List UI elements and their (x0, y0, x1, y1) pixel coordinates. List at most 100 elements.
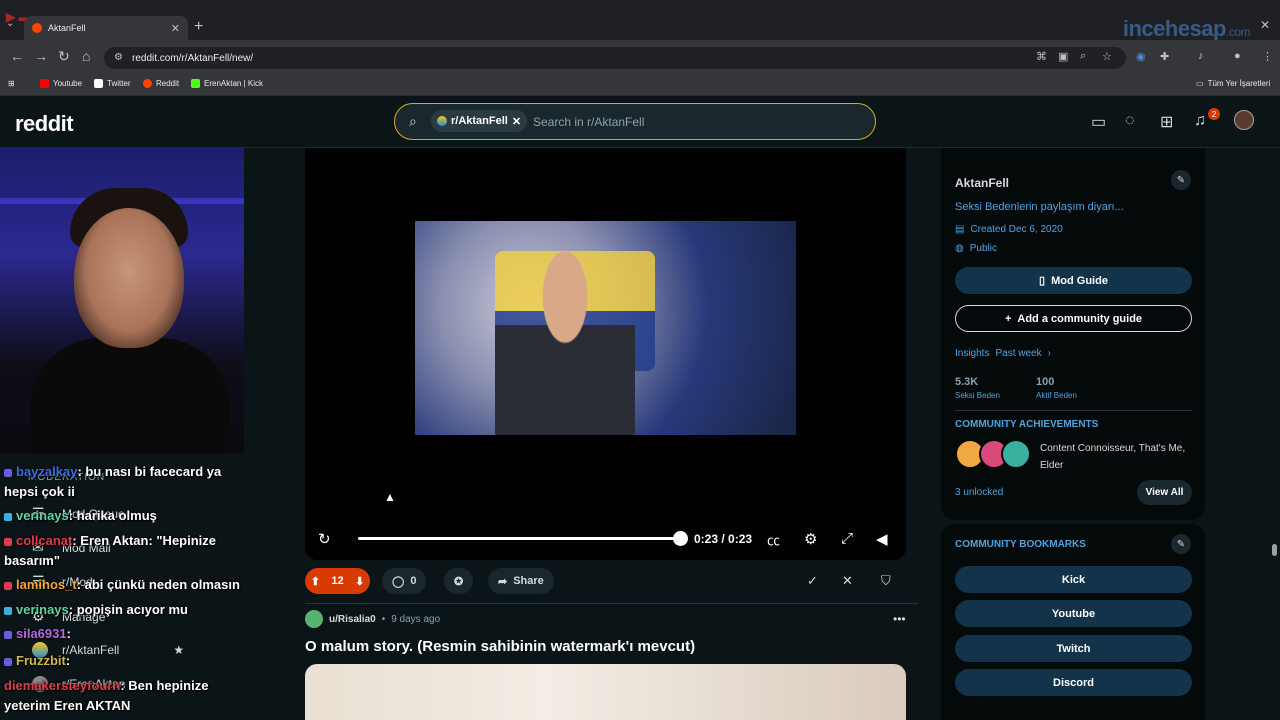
tab-close-icon[interactable]: ✕ (171, 22, 180, 35)
more-options-icon[interactable]: ••• (893, 612, 906, 626)
chat-icon[interactable]: ◌ (1125, 112, 1135, 130)
upvote-icon[interactable]: ⬆ (311, 575, 320, 588)
search-input[interactable]: Search in r/AktanFell (533, 115, 644, 129)
chat-message: verinays: popişin acıyor mu (4, 600, 244, 620)
bookmark-reddit[interactable]: Reddit (143, 79, 179, 88)
user-avatar[interactable] (305, 610, 323, 628)
mod-guide-button[interactable]: ▯ Mod Guide (955, 267, 1192, 294)
home-icon[interactable]: ⌂ (82, 48, 90, 64)
search-community-chip[interactable]: r/AktanFell ✕ (431, 110, 528, 132)
search-icon: ⌕ (409, 113, 417, 129)
bookmark-twitch-button[interactable]: Twitch (955, 635, 1192, 662)
media-icon[interactable]: ♪ (1198, 50, 1204, 62)
chat-message: verinays: harika olmuş (4, 506, 244, 526)
back-icon[interactable]: ← (10, 48, 24, 64)
share-button[interactable]: ➦ Share (488, 568, 554, 594)
browser-menu-icon[interactable]: ⋮ (1262, 50, 1273, 63)
site-info-icon[interactable]: ⚙ (114, 52, 123, 63)
apps-icon[interactable]: ⊞ (8, 79, 15, 88)
reddit-logo[interactable]: reddit (15, 111, 74, 137)
url-field[interactable]: ⚙ reddit.com/r/AktanFell/new/ (104, 47, 1126, 69)
user-avatar[interactable] (1234, 110, 1254, 130)
tab-title: AktanFell (48, 23, 86, 33)
translate-icon[interactable]: ⌘ (1036, 50, 1047, 63)
achievements-unlocked: 3 unlocked (955, 487, 1004, 498)
video-frame (415, 221, 796, 435)
achievement-badges[interactable] (955, 439, 1035, 471)
settings-gear-icon[interactable]: ⚙ (804, 530, 817, 548)
achievements-list: Content Connoisseur, That's Me, Elder (1040, 443, 1186, 471)
replay-icon[interactable]: ↻ (318, 530, 331, 548)
mouse-cursor-icon: ▲ (384, 490, 396, 504)
comment-icon: ◯ (392, 575, 405, 588)
share-icon: ➦ (498, 575, 508, 588)
edit-pencil-icon[interactable]: ✎ (1171, 170, 1191, 190)
chat-message: collcanat: Eren Aktan: "Hepinize basarım… (4, 533, 217, 568)
fullscreen-icon[interactable]: ⤢ (841, 530, 853, 547)
edit-pencil-icon[interactable]: ✎ (1171, 534, 1191, 554)
insights-header[interactable]: Insights Past week › (955, 348, 1051, 359)
browser-tab-bar: ▶ ▬▬▬▬▬ ⌄ AktanFell ✕ + incehesap.com ✕ (0, 0, 1280, 41)
extensions-puzzle-icon[interactable]: ✚ (1160, 50, 1169, 63)
cake-icon: ▤ (955, 224, 965, 235)
approve-icon[interactable]: ✓ (807, 573, 818, 589)
chat-message: diemakersteyfourn: Ben hepinize yeterim … (4, 678, 209, 713)
video-progress-handle[interactable] (673, 531, 688, 546)
community-visibility: ◍ Public (955, 243, 997, 254)
post-author[interactable]: u/Risalia0 (329, 614, 376, 625)
downvote-icon[interactable]: ⬇ (355, 575, 364, 588)
comments-button[interactable]: ◯ 0 (382, 568, 427, 594)
mod-shield-icon[interactable]: ⛉ (881, 573, 891, 589)
remove-icon[interactable]: ✕ (842, 573, 853, 589)
bookmark-kick-button[interactable]: Kick (955, 566, 1192, 593)
browser-tab[interactable]: AktanFell ✕ (24, 16, 188, 40)
bookmark-discord-button[interactable]: Discord (955, 669, 1192, 696)
post-time: 9 days ago (391, 613, 441, 625)
search-bar[interactable]: ⌕ r/AktanFell ✕ Search in r/AktanFell (394, 103, 876, 140)
screenshot-icon[interactable]: ▣ (1058, 50, 1068, 63)
post-media[interactable] (305, 664, 906, 720)
captions-icon[interactable]: ㏄ (767, 530, 780, 549)
bookmark-twitter[interactable]: Twitter (94, 79, 131, 88)
bookmark-youtube[interactable]: Youtube (40, 79, 82, 88)
new-tab-icon[interactable]: + (194, 18, 203, 36)
extension-icon[interactable]: ◉ (1136, 50, 1146, 63)
reload-icon[interactable]: ↻ (58, 48, 70, 65)
add-community-guide-button[interactable]: + Add a community guide (955, 305, 1192, 332)
chip-close-icon[interactable]: ✕ (512, 115, 521, 128)
view-all-button[interactable]: View All (1137, 480, 1192, 505)
chat-message: Fruzzbit: (4, 651, 244, 671)
bookmark-kick[interactable]: ErenAktan | Kick (191, 79, 263, 88)
notifications-bell-icon[interactable]: ♫ (1194, 112, 1206, 130)
community-avatar-icon (437, 116, 447, 126)
post-title[interactable]: O malum story. (Resmin sahibinin waterma… (305, 638, 695, 655)
reddit-favicon-icon (32, 23, 42, 33)
create-post-icon[interactable]: ⊞ (1160, 112, 1173, 132)
brand-watermark: incehesap.com (1122, 16, 1251, 41)
volume-icon[interactable]: ◀ (876, 530, 888, 548)
bookmark-star-icon[interactable]: ☆ (1102, 50, 1112, 63)
all-bookmarks[interactable]: ▭ Tüm Yer İşaretleri (1196, 79, 1270, 88)
achievement-badge-icon (1001, 439, 1031, 469)
bookmark-youtube-button[interactable]: Youtube (955, 600, 1192, 627)
advertise-icon[interactable]: ▭ (1091, 112, 1106, 132)
chat-message: bayzalkay: bu nası bi facecard ya hepsi … (4, 464, 222, 499)
post-actions: ⬆ 12 ⬇ ◯ 0 ✪ ➦ Share ✓ ✕ ⛉ (305, 568, 906, 596)
forward-icon[interactable]: → (34, 48, 48, 64)
community-name: AktanFell (955, 176, 1010, 190)
zoom-icon[interactable]: ⌕ (1080, 50, 1086, 63)
chat-message: lamihos_t: abi çünkü neden olmasın (4, 575, 244, 595)
webcam-overlay (0, 148, 244, 458)
video-time: 0:23 / 0:23 (694, 532, 753, 546)
chat-message: sila6931: (4, 624, 244, 644)
award-button[interactable]: ✪ (444, 568, 474, 594)
video-progress-bar[interactable] (358, 537, 680, 540)
tab-search-icon[interactable]: ⌄ (6, 18, 14, 29)
vote-control[interactable]: ⬆ 12 ⬇ (305, 568, 370, 594)
folder-icon: ▭ (1196, 79, 1204, 88)
window-close-icon[interactable]: ✕ (1260, 18, 1270, 32)
page-scrollbar[interactable] (1272, 544, 1277, 556)
url-text: reddit.com/r/AktanFell/new/ (132, 52, 254, 64)
online-stat: 100 Aktif Beden (1036, 376, 1077, 400)
profile-avatar-icon[interactable]: ● (1234, 50, 1241, 62)
